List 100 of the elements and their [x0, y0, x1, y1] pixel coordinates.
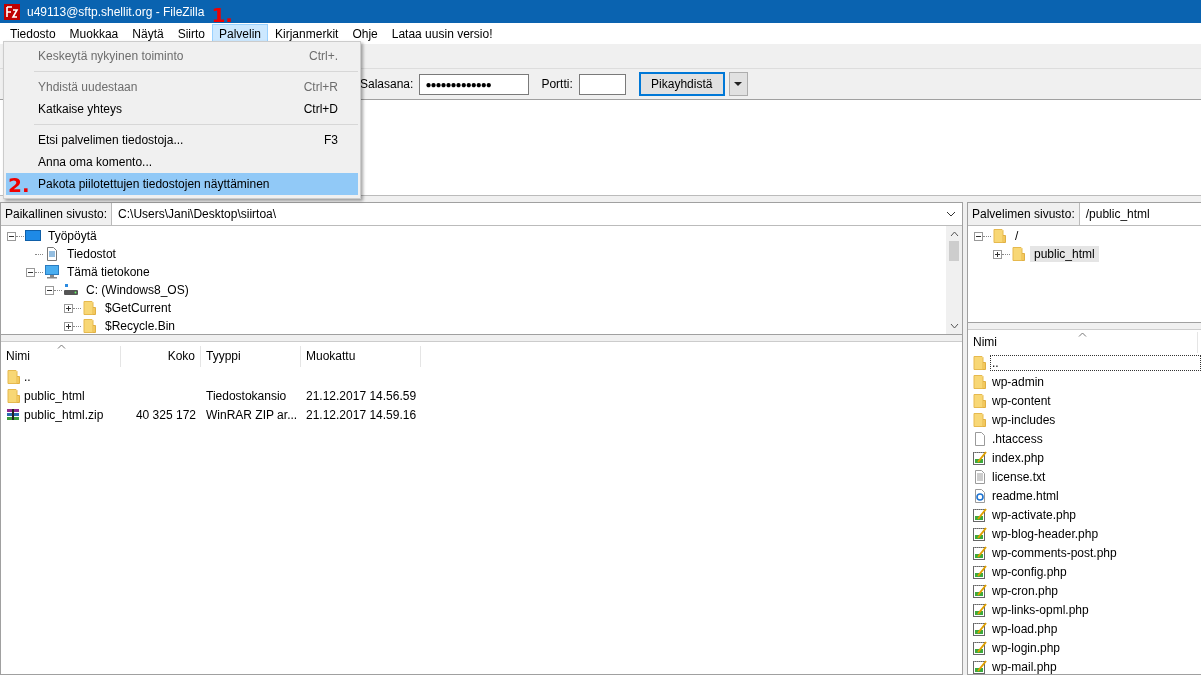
expand-icon[interactable]: [993, 249, 1002, 259]
tree-item[interactable]: Työpöytä: [44, 228, 101, 244]
folder-icon: [972, 392, 988, 409]
path-field[interactable]: C:\Users\Jani\Desktop\siirtoa\: [112, 203, 962, 225]
file-name[interactable]: .htaccess: [990, 430, 1045, 447]
path-field[interactable]: /public_html: [1079, 203, 1201, 225]
collapse-icon[interactable]: [7, 231, 16, 241]
desktop-icon: [25, 228, 41, 244]
password-field[interactable]: ●●●●●●●●●●●●●: [419, 73, 530, 95]
file-name[interactable]: ..: [990, 354, 1201, 371]
column-header[interactable]: Koko: [121, 346, 201, 367]
site-label: Paikallinen sivusto:: [1, 203, 113, 225]
tree-item[interactable]: C: (Windows8_OS): [82, 282, 193, 298]
folder-icon: [972, 354, 988, 371]
expand-icon[interactable]: [64, 321, 73, 331]
tree-item[interactable]: Tämä tietokone: [63, 264, 154, 280]
port-label: Portti:: [541, 77, 573, 91]
site-label: Palvelimen sivusto:: [968, 203, 1080, 225]
notepad-icon: [972, 506, 988, 523]
notepad-icon: [972, 620, 988, 637]
folder-icon: [972, 411, 988, 428]
menu-item[interactable]: Siirto: [170, 23, 212, 44]
file-name[interactable]: wp-login.php: [990, 639, 1063, 656]
tree-item[interactable]: $Recycle.Bin: [101, 318, 180, 334]
scrollbar[interactable]: [946, 226, 962, 334]
window-title: u49113@sftp.shellit.org - FileZilla: [27, 4, 205, 19]
menu-option[interactable]: Katkaise yhteys Ctrl+D: [6, 98, 358, 120]
file-name[interactable]: wp-links-opml.php: [990, 601, 1091, 618]
document-icon: [44, 246, 60, 262]
folder-icon: [992, 228, 1008, 244]
folder-icon: [972, 373, 988, 390]
notepad-icon: [972, 544, 988, 561]
column-header[interactable]: Muokattu: [301, 346, 421, 367]
notepad-icon: [972, 449, 988, 466]
file-name[interactable]: wp-cron.php: [990, 582, 1061, 599]
menu-item[interactable]: Tiedosto: [3, 23, 63, 44]
file-name[interactable]: public_html.zip: [24, 407, 104, 422]
password-label: Salasana:: [360, 77, 414, 91]
tree-item[interactable]: Tiedostot: [63, 246, 120, 262]
file-name[interactable]: license.txt: [990, 468, 1048, 485]
modified-date: 21.12.2017 14.59.16: [306, 407, 417, 422]
collapse-icon[interactable]: [45, 285, 54, 295]
menu-item[interactable]: Kirjanmerkit: [268, 23, 346, 44]
file-name[interactable]: wp-includes: [990, 411, 1058, 428]
menu-item[interactable]: Lataa uusin versio!: [384, 23, 500, 44]
column-header[interactable]: Nimi: [968, 332, 1198, 353]
tree-item[interactable]: $GetCurrent: [101, 300, 176, 316]
file-name[interactable]: wp-config.php: [990, 563, 1069, 580]
file-name[interactable]: wp-comments-post.php: [990, 544, 1119, 561]
port-field[interactable]: [578, 73, 626, 95]
file-name[interactable]: wp-activate.php: [990, 506, 1079, 523]
file-name[interactable]: ..: [24, 369, 31, 384]
file-name[interactable]: index.php: [990, 449, 1047, 466]
folder-icon: [6, 368, 22, 385]
caret-icon: [734, 82, 743, 86]
file-type: Tiedostokansio: [206, 388, 287, 403]
file-name[interactable]: wp-admin: [990, 373, 1047, 390]
expand-icon[interactable]: [64, 303, 73, 313]
menu-item[interactable]: Palvelin: [212, 23, 269, 44]
step-marker: 2.: [8, 175, 30, 195]
modified-date: 21.12.2017 14.56.59: [306, 388, 417, 403]
scroll-up-icon[interactable]: [949, 231, 959, 237]
folder-icon: [82, 318, 98, 334]
notepad-icon: [972, 639, 988, 656]
file-name[interactable]: wp-mail.php: [990, 658, 1059, 674]
notepad-icon: [972, 563, 988, 580]
notepad-icon: [972, 525, 988, 542]
notepad-icon: [972, 601, 988, 618]
drive-icon: [63, 282, 79, 298]
folder-icon: [6, 387, 22, 404]
scroll-down-icon[interactable]: [949, 323, 959, 329]
file-name[interactable]: readme.html: [990, 487, 1061, 504]
file-name[interactable]: wp-content: [990, 392, 1053, 409]
file-name[interactable]: public_html: [24, 388, 85, 403]
column-header[interactable]: Tyyppi: [201, 346, 301, 367]
quickconnect-button[interactable]: Pikayhdistä: [638, 72, 725, 96]
scroll-thumb[interactable]: [949, 241, 959, 261]
sort-caret-icon: [1078, 332, 1087, 337]
tree-item[interactable]: /: [1011, 228, 1023, 244]
folder-icon: [1011, 246, 1027, 262]
menu-option[interactable]: Anna oma komento...: [6, 151, 358, 173]
menu-item[interactable]: Muokkaa: [62, 23, 126, 44]
tree-item[interactable]: public_html: [1030, 246, 1099, 262]
sort-caret-icon: [57, 344, 66, 349]
collapse-icon[interactable]: [974, 231, 983, 241]
text-file-icon: [972, 468, 988, 485]
step-marker: 1.: [211, 4, 233, 25]
file-name[interactable]: wp-load.php: [990, 620, 1060, 637]
column-header[interactable]: Nimi: [1, 346, 121, 367]
file-size: 40 325 172: [135, 407, 196, 422]
menu-item[interactable]: Näytä: [125, 23, 171, 44]
monitor-icon: [44, 264, 60, 280]
file-icon: [972, 430, 988, 447]
file-type: WinRAR ZIP ar...: [206, 407, 298, 422]
file-name[interactable]: wp-blog-header.php: [990, 525, 1101, 542]
menu-option[interactable]: Etsi palvelimen tiedostoja... F3: [6, 129, 358, 151]
books-icon: [6, 406, 22, 423]
collapse-icon[interactable]: [26, 267, 35, 277]
dropdown-button[interactable]: [728, 72, 748, 96]
menu-item[interactable]: Ohje: [345, 23, 385, 44]
